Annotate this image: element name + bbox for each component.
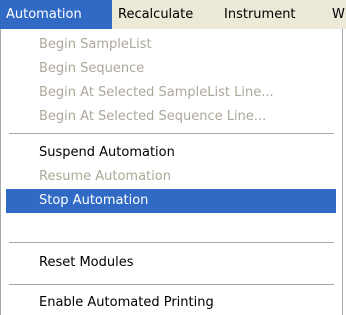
menu-item-begin-samplelist[interactable]: Begin SampleList [6,33,336,57]
menu-truncated-w[interactable]: W [328,0,346,29]
menu-item-begin-at-selected-sequence-line[interactable]: Begin At Selected Sequence Line... [6,105,336,129]
menu-item-suspend-automation[interactable]: Suspend Automation [6,141,336,165]
menu-item-begin-at-selected-samplelist-line[interactable]: Begin At Selected SampleList Line... [6,81,336,105]
automation-dropdown-menu: Begin SampleList Begin Sequence Begin At… [0,29,343,315]
menu-bar: Automation Recalculate Instrument W [0,0,346,29]
menu-automation[interactable]: Automation [0,0,112,29]
menu-recalculate[interactable]: Recalculate [112,0,218,29]
menu-separator [9,284,334,285]
menu-item-reset-modules[interactable]: Reset Modules [6,251,336,275]
menu-separator [9,242,334,243]
menu-separator [9,133,334,134]
menu-instrument[interactable]: Instrument [218,0,328,29]
menu-item-stop-automation[interactable]: Stop Automation [6,189,336,213]
menu-item-resume-automation[interactable]: Resume Automation [6,165,336,189]
menu-item-begin-sequence[interactable]: Begin Sequence [6,57,336,81]
menu-item-enable-automated-printing[interactable]: Enable Automated Printing [6,291,336,315]
